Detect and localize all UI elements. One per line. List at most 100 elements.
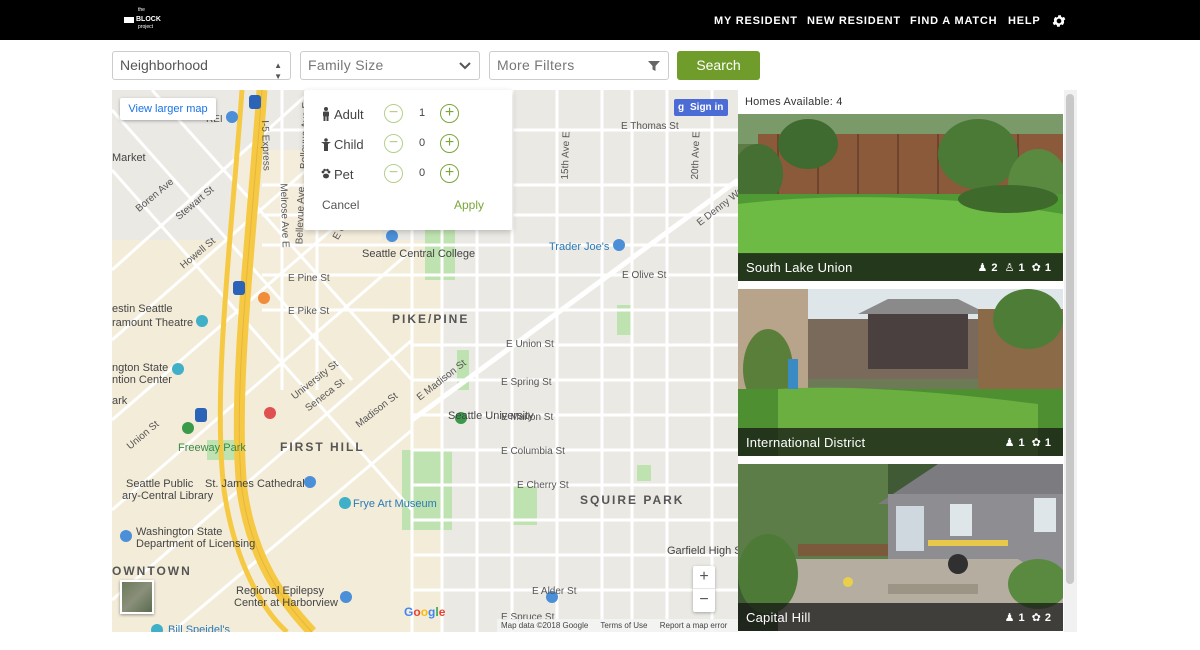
logo-block-shape: [124, 17, 134, 23]
google-logo: Google: [404, 605, 446, 619]
report-map-error-link[interactable]: Report a map error: [660, 621, 728, 630]
family-cancel-button[interactable]: Cancel: [322, 198, 359, 212]
map-label: E Pike St: [288, 306, 330, 317]
map-label: ngton State: [112, 362, 169, 374]
map-label: 15th Ave E: [559, 131, 573, 180]
map-label: SQUIRE PARK: [580, 493, 685, 507]
map-label: 20th Ave E: [689, 131, 703, 180]
map-label: Frye Art Museum: [353, 498, 437, 510]
home-card-name: Capital Hill: [746, 610, 811, 625]
map-label: Freeway Park: [178, 442, 246, 454]
family-row-pet: Pet − 0 +: [320, 163, 500, 185]
family-size-select[interactable]: Family Size: [300, 51, 480, 80]
home-card-name: South Lake Union: [746, 260, 853, 275]
decrement-pet-button[interactable]: −: [384, 164, 403, 183]
pet-count: 2: [1044, 612, 1051, 624]
nav-new-resident[interactable]: NEW RESIDENT: [807, 0, 901, 40]
filter-funnel-icon: [648, 61, 660, 71]
map-label: Trader Joe's: [549, 241, 610, 253]
increment-child-button[interactable]: +: [440, 134, 459, 153]
map-label: E Spring St: [501, 377, 552, 388]
map-label: St. James Cathedral: [205, 478, 305, 490]
decrement-child-button[interactable]: −: [384, 134, 403, 153]
map-label: Bill Speidel's: [168, 624, 231, 632]
family-size-label: Family Size: [308, 57, 384, 73]
family-row-label: Adult: [334, 107, 364, 122]
listings-scrollbar-thumb[interactable]: [1066, 94, 1074, 584]
nav-my-resident[interactable]: MY RESIDENT: [714, 0, 798, 40]
map-label: ary-Central Library: [122, 490, 214, 502]
map-label: Seattle Central College: [362, 248, 476, 260]
sign-in-label: Sign in: [690, 102, 724, 113]
map-label: E Union St: [506, 339, 554, 350]
home-card-capital-hill[interactable]: Capital Hill ♟ 1 ✿ 2: [738, 464, 1063, 631]
adult-count: 1: [418, 107, 426, 119]
child-icon: [321, 138, 331, 151]
map-label: Regional Epilepsy: [236, 585, 325, 597]
google-sign-in-button[interactable]: g Sign in: [674, 99, 728, 116]
home-card-international-district[interactable]: International District ♟ 1 ✿ 1: [738, 289, 1063, 456]
more-filters-select[interactable]: More Filters: [489, 51, 669, 80]
home-card-name: International District: [746, 435, 866, 450]
pet-count: 1: [1044, 262, 1051, 274]
neighborhood-select[interactable]: Neighborhood ▲ ▼: [112, 51, 291, 81]
increment-adult-button[interactable]: +: [440, 104, 459, 123]
family-row-adult: Adult − 1 +: [320, 103, 500, 125]
zoom-in-button[interactable]: +: [693, 566, 715, 589]
pet-count: 1: [1044, 437, 1051, 449]
adult-count: 1: [1018, 612, 1025, 624]
satellite-thumbnail-toggle[interactable]: [120, 580, 154, 614]
home-card-south-lake-union[interactable]: South Lake Union ♟ 2 ♙ 1 ✿ 1: [738, 114, 1063, 281]
map-label: E Olive St: [622, 270, 667, 281]
adult-count: 1: [1018, 437, 1025, 449]
logo-mark: BLOCK: [124, 16, 161, 24]
zoom-out-button[interactable]: −: [693, 589, 715, 612]
search-button[interactable]: Search: [677, 51, 760, 80]
homes-available-count: 4: [836, 96, 843, 108]
map-label: estin Seattle: [112, 303, 173, 315]
homes-available-caption: Homes Available: 4: [745, 96, 843, 108]
map-label: E Marion St: [501, 412, 554, 423]
map-label: Center at Harborview: [234, 597, 338, 609]
map-label: ramount Theatre: [112, 317, 194, 329]
home-card-stats: ♟ 1 ✿ 2: [1001, 611, 1051, 624]
adult-count: 2: [991, 262, 998, 274]
terms-of-use-link[interactable]: Terms of Use: [600, 621, 647, 630]
logo-line-2: BLOCK: [136, 16, 161, 23]
family-row-label: Pet: [334, 167, 354, 182]
paw-icon: ✿: [1031, 612, 1041, 624]
adult-icon: ♟: [977, 262, 988, 274]
homes-available-label: Homes Available:: [745, 96, 833, 108]
map-data-credit: Map data ©2018 Google: [501, 621, 589, 630]
map-label: Melrose Ave E: [277, 183, 291, 248]
adult-icon: ♟: [1004, 437, 1015, 449]
map-label: Department of Licensing: [136, 538, 256, 550]
decrement-adult-button[interactable]: −: [384, 104, 403, 123]
google-g-icon: g: [678, 102, 685, 113]
adult-icon: ♟: [1004, 612, 1015, 624]
family-row-child: Child − 0 +: [320, 133, 500, 155]
map-label: Market: [112, 152, 146, 164]
home-card-stats: ♟ 2 ♙ 1 ✿ 1: [974, 261, 1051, 274]
map-label: Seattle Public: [126, 478, 194, 490]
child-count: 0: [418, 137, 426, 149]
home-card-stats: ♟ 1 ✿ 1: [1001, 436, 1051, 449]
pet-count: 0: [418, 167, 426, 179]
block-project-logo[interactable]: the BLOCK project: [124, 8, 161, 32]
nav-help[interactable]: HELP: [1008, 0, 1041, 40]
child-count: 1: [1018, 262, 1025, 274]
map-label: ntion Center: [112, 374, 172, 386]
map-label: E Columbia St: [501, 446, 565, 457]
child-icon: ♙: [1004, 262, 1015, 274]
nav-find-a-match[interactable]: FIND A MATCH: [910, 0, 997, 40]
updown-caret-icon: ▲ ▼: [274, 61, 282, 81]
paw-icon: ✿: [1031, 262, 1041, 274]
family-apply-button[interactable]: Apply: [454, 198, 484, 212]
map-label: I-5 Express: [258, 120, 272, 171]
gear-icon[interactable]: [1051, 13, 1067, 29]
increment-pet-button[interactable]: +: [440, 164, 459, 183]
view-larger-map-link[interactable]: View larger map: [120, 98, 216, 120]
map-label: E Alder St: [532, 586, 577, 597]
map-label: PIKE/PINE: [392, 312, 470, 326]
map-label: Washington State: [136, 526, 223, 538]
